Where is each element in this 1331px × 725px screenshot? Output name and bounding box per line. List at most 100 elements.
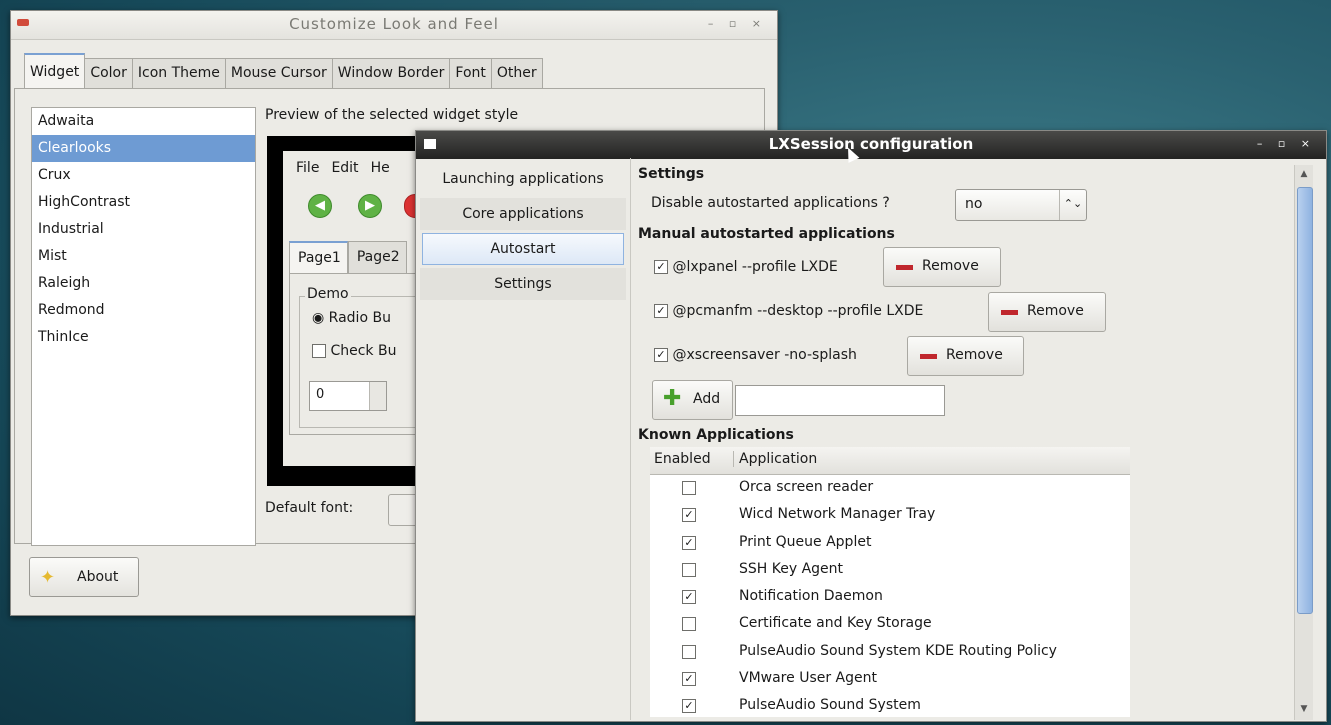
vertical-scrollbar[interactable]: ▲ ▼	[1294, 165, 1313, 720]
tab-mouse-cursor[interactable]: Mouse Cursor	[224, 58, 333, 88]
remove-label: Remove	[946, 347, 1003, 363]
add-label: Add	[693, 391, 721, 407]
about-label: About	[77, 569, 119, 585]
app-name: Notification Daemon	[739, 588, 883, 604]
app-name: SSH Key Agent	[739, 561, 844, 577]
theme-item[interactable]: Adwaita	[32, 108, 255, 135]
manual-item[interactable]: ✓ @xscreensaver -no-splash	[654, 347, 857, 363]
theme-item[interactable]: Raleigh	[32, 270, 255, 297]
window-controls[interactable]: – ▫ ×	[708, 17, 767, 30]
table-row[interactable]: ✓ Notification Daemon	[650, 584, 1130, 611]
lxsession-title: LXSession configuration	[768, 135, 974, 153]
scroll-down-icon[interactable]: ▼	[1297, 704, 1311, 718]
preview-tab-page2: Page2	[347, 241, 407, 273]
lxsession-titlebar[interactable]: LXSession configuration – ▫ ×	[416, 131, 1326, 159]
column-enabled[interactable]: Enabled	[654, 451, 711, 467]
tab-icon-theme[interactable]: Icon Theme	[131, 58, 226, 88]
checkbox-icon	[312, 344, 326, 358]
preview-check-label: Check Bu	[330, 343, 397, 359]
forward-icon: ▶	[358, 194, 382, 218]
customize-title: Customize Look and Feel	[289, 15, 499, 33]
checkbox-checked-icon[interactable]: ✓	[682, 699, 696, 713]
theme-item[interactable]: Crux	[32, 162, 255, 189]
table-row[interactable]: Orca screen reader	[650, 475, 1130, 502]
checkbox-icon[interactable]	[682, 617, 696, 631]
table-row[interactable]: ✓ Print Queue Applet	[650, 530, 1130, 557]
tab-color[interactable]: Color	[84, 58, 133, 88]
column-application[interactable]: Application	[733, 451, 817, 467]
remove-button[interactable]: Remove	[883, 247, 1001, 287]
sidebar-item-autostart[interactable]: Autostart	[422, 233, 624, 265]
theme-item[interactable]: Industrial	[32, 216, 255, 243]
scrollbar-thumb[interactable]	[1297, 187, 1313, 614]
remove-label: Remove	[1027, 303, 1084, 319]
combo-arrow-icon: ⌃⌄	[1059, 190, 1086, 220]
checkbox-checked-icon[interactable]: ✓	[682, 672, 696, 686]
checkbox-checked-icon[interactable]: ✓	[654, 304, 668, 318]
app-name: PulseAudio Sound System KDE Routing Poli…	[739, 643, 1057, 659]
manual-item-cmd: @xscreensaver -no-splash	[672, 347, 857, 363]
manual-heading: Manual autostarted applications	[638, 226, 895, 242]
table-row[interactable]: ✓ Wicd Network Manager Tray	[650, 502, 1130, 529]
table-row[interactable]: ✓ PulseAudio Sound System	[650, 693, 1130, 720]
tab-widget[interactable]: Widget	[24, 53, 86, 92]
tab-window-border[interactable]: Window Border	[331, 58, 451, 88]
table-row[interactable]: SSH Key Agent	[650, 557, 1130, 584]
checkbox-icon[interactable]	[682, 645, 696, 659]
known-table-header: Enabled Application	[650, 447, 1130, 475]
sidebar-item-core[interactable]: Core applications	[420, 198, 626, 230]
preview-radio: ◉ Radio Bu	[312, 310, 391, 326]
theme-item[interactable]: Mist	[32, 243, 255, 270]
spin-arrows-icon	[369, 382, 386, 410]
add-button[interactable]: ✚ Add	[652, 380, 733, 420]
disable-combo-value: no	[965, 196, 983, 212]
demo-frame-label: Demo	[305, 286, 351, 302]
checkbox-checked-icon[interactable]: ✓	[682, 590, 696, 604]
manual-item[interactable]: ✓ @lxpanel --profile LXDE	[654, 259, 838, 275]
customize-titlebar[interactable]: Customize Look and Feel – ▫ ×	[11, 11, 777, 40]
tab-font[interactable]: Font	[449, 58, 492, 88]
preview-spin: 0	[309, 381, 387, 411]
preview-radio-label: Radio Bu	[328, 310, 391, 326]
checkbox-checked-icon[interactable]: ✓	[654, 348, 668, 362]
checkbox-icon[interactable]	[682, 481, 696, 495]
sidebar-item-launching[interactable]: Launching applications	[420, 163, 626, 195]
theme-item[interactable]: HighContrast	[32, 189, 255, 216]
checkbox-checked-icon[interactable]: ✓	[654, 260, 668, 274]
preview-menubar: File Edit He	[296, 160, 390, 176]
add-command-input[interactable]	[735, 385, 945, 416]
manual-item-cmd: @pcmanfm --desktop --profile LXDE	[672, 303, 924, 319]
remove-button[interactable]: Remove	[988, 292, 1106, 332]
theme-item[interactable]: ThinIce	[32, 324, 255, 351]
checkbox-icon[interactable]	[682, 563, 696, 577]
preview-menu-help: He	[370, 160, 390, 176]
disable-label: Disable autostarted applications ?	[651, 195, 890, 211]
remove-button[interactable]: Remove	[907, 336, 1024, 376]
app-name: Print Queue Applet	[739, 534, 872, 550]
theme-item-selected[interactable]: Clearlooks	[32, 135, 255, 162]
app-name: Orca screen reader	[739, 479, 874, 495]
preview-menu-file: File	[296, 160, 320, 176]
theme-list[interactable]: Adwaita Clearlooks Crux HighContrast Ind…	[31, 107, 256, 546]
theme-item[interactable]: Redmond	[32, 297, 255, 324]
manual-item[interactable]: ✓ @pcmanfm --desktop --profile LXDE	[654, 303, 923, 319]
window-controls[interactable]: – ▫ ×	[1257, 137, 1316, 150]
preview-tab-page1: Page1	[289, 241, 348, 274]
known-heading: Known Applications	[638, 427, 794, 443]
about-button[interactable]: ✦ About	[29, 557, 139, 597]
star-icon: ✦	[40, 567, 56, 588]
scroll-up-icon[interactable]: ▲	[1297, 169, 1311, 183]
remove-icon	[896, 265, 913, 270]
disable-combo[interactable]: no ⌃⌄	[955, 189, 1087, 221]
checkbox-checked-icon[interactable]: ✓	[682, 536, 696, 550]
table-row[interactable]: PulseAudio Sound System KDE Routing Poli…	[650, 639, 1130, 666]
table-row[interactable]: ✓ VMware User Agent	[650, 666, 1130, 693]
preview-menu-edit: Edit	[331, 160, 359, 176]
add-icon: ✚	[663, 386, 682, 411]
sidebar-item-settings[interactable]: Settings	[420, 268, 626, 300]
default-font-label: Default font:	[265, 500, 354, 516]
table-row[interactable]: Certificate and Key Storage	[650, 611, 1130, 638]
app-name: VMware User Agent	[739, 670, 877, 686]
checkbox-checked-icon[interactable]: ✓	[682, 508, 696, 522]
tab-other[interactable]: Other	[490, 58, 543, 88]
